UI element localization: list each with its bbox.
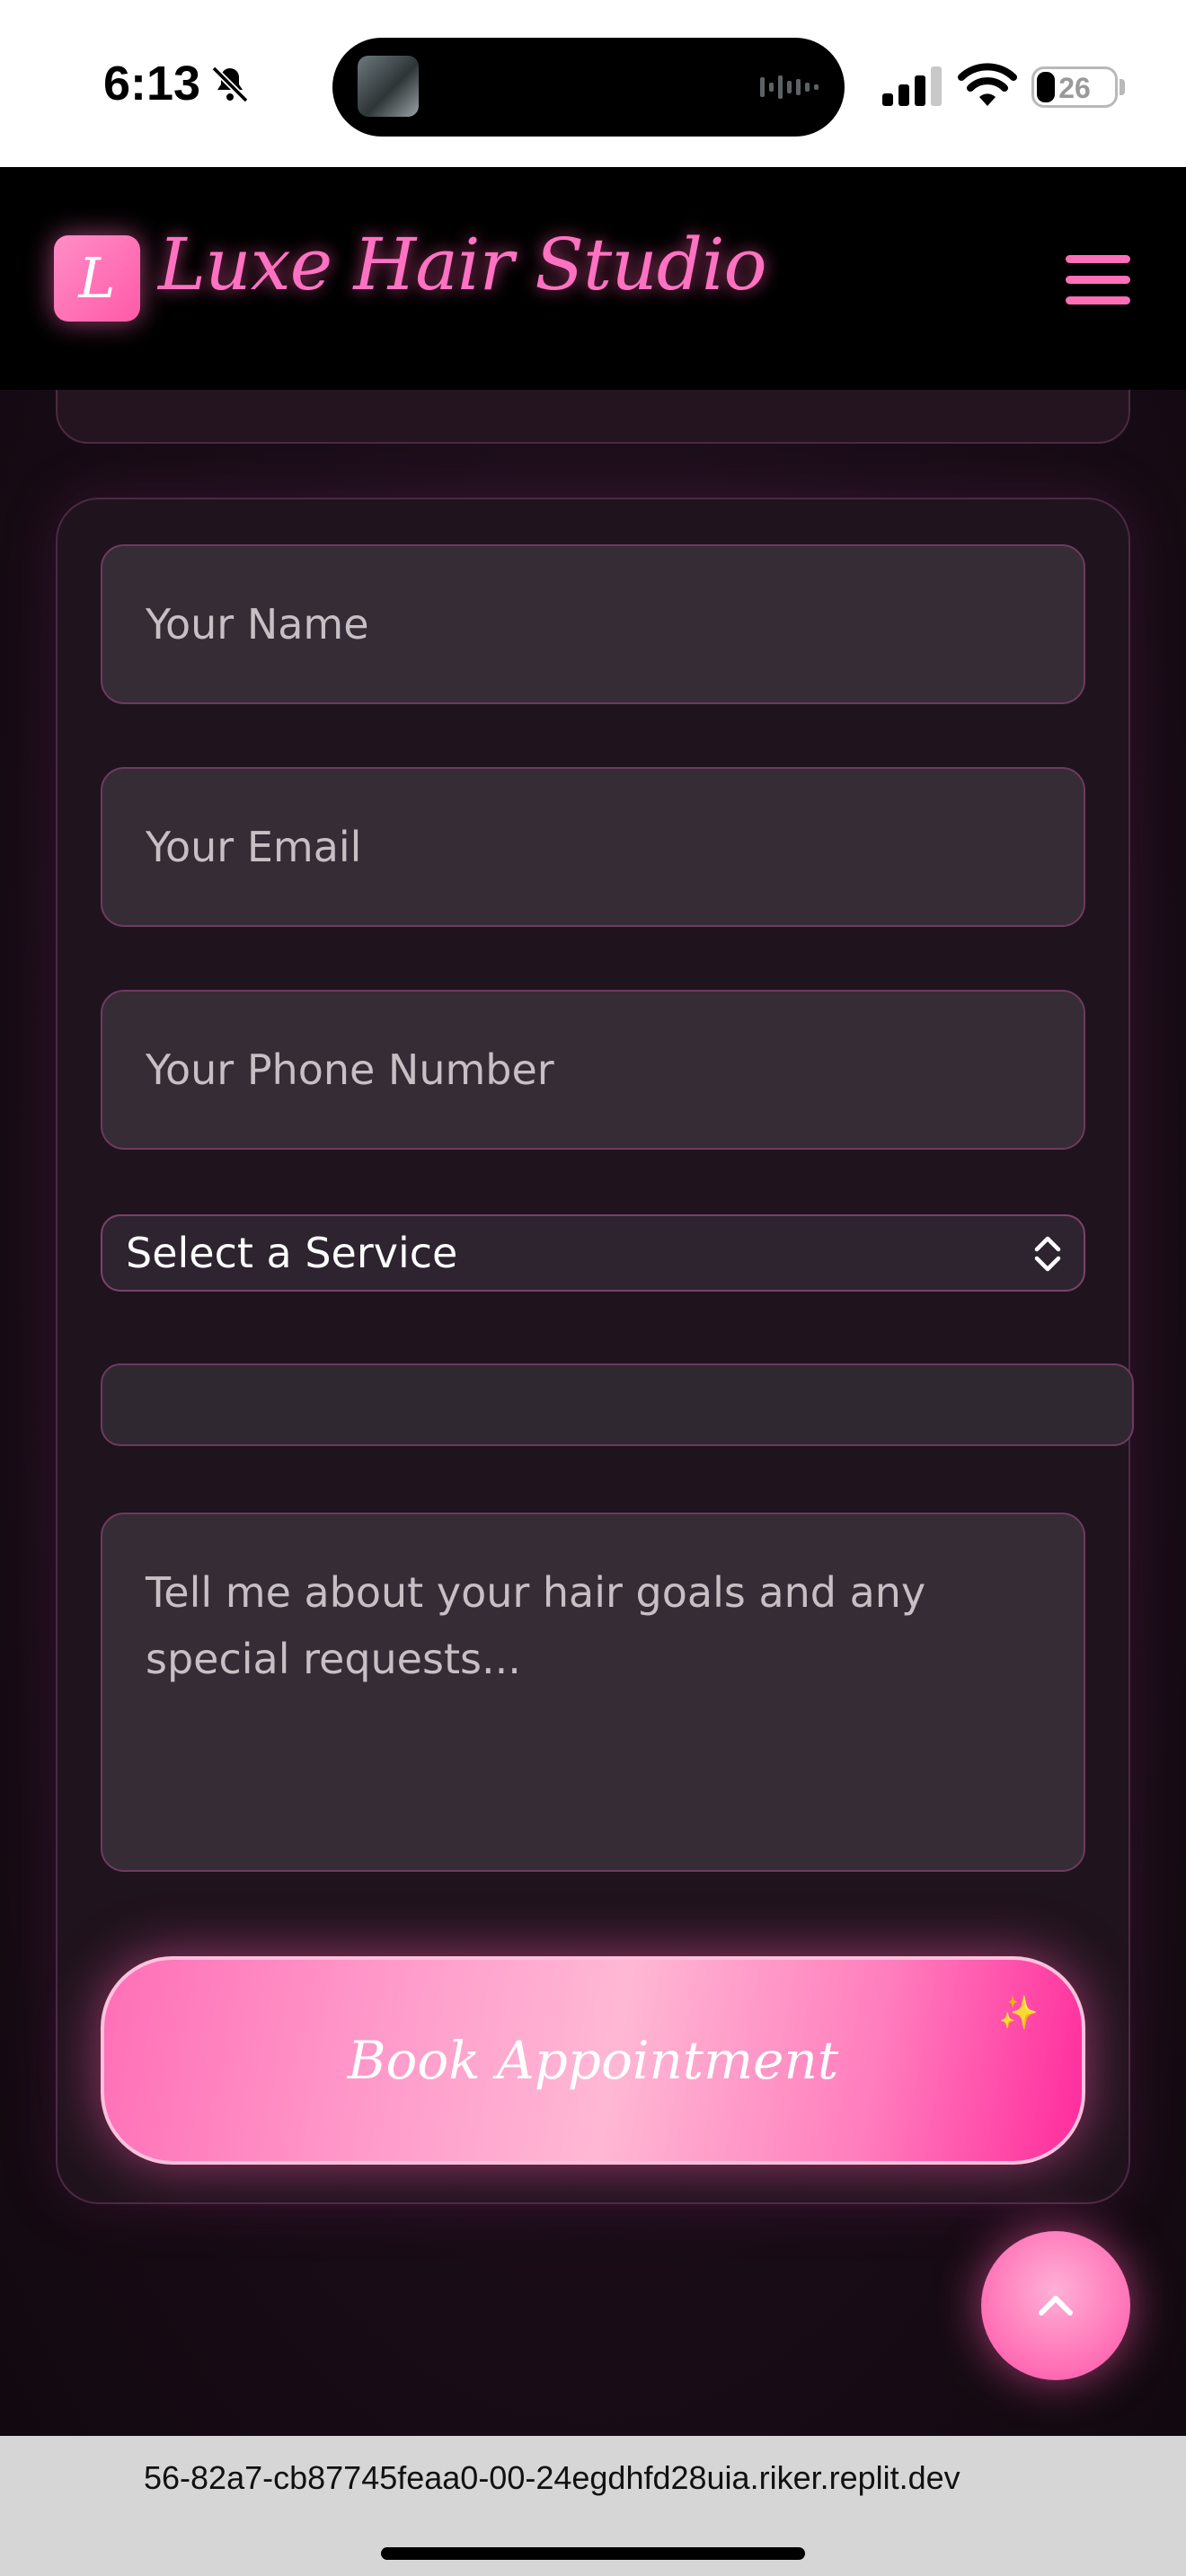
service-select-value: Select a Service [126, 1229, 458, 1277]
chevron-up-icon [1039, 2296, 1073, 2316]
sparkle-icon: ✨ [998, 1995, 1039, 2032]
bell-slash-icon [211, 66, 249, 103]
main-content: Your Name Your Email Your Phone Number S… [0, 390, 1186, 2436]
previous-section-card [56, 390, 1130, 444]
message-placeholder: Tell me about your hair goals and any sp… [146, 1568, 926, 1683]
signal-icon [882, 66, 942, 106]
home-indicator[interactable] [381, 2547, 805, 2560]
status-bar: 6:13 26 [0, 0, 1186, 167]
date-field[interactable] [101, 1363, 1134, 1446]
email-field[interactable]: Your Email [101, 767, 1085, 927]
name-field[interactable]: Your Name [101, 544, 1085, 704]
status-time: 6:13 [103, 57, 201, 110]
battery-icon: 26 [1031, 66, 1118, 108]
wifi-icon [958, 63, 1017, 106]
phone-placeholder: Your Phone Number [146, 1045, 554, 1094]
site-header: L Luxe Hair Studio [0, 167, 1186, 390]
booking-form-card [56, 498, 1130, 2204]
dynamic-island[interactable] [332, 38, 845, 137]
site-title[interactable]: Luxe Hair Studio [158, 223, 767, 306]
email-placeholder: Your Email [146, 823, 362, 871]
url-text[interactable]: 56-82a7-cb87745feaa0-00-24egdhfd28uia.ri… [144, 2459, 960, 2497]
audio-wave-icon [760, 75, 819, 99]
name-placeholder: Your Name [146, 600, 369, 648]
logo-badge[interactable]: L [54, 235, 140, 322]
message-textarea[interactable]: Tell me about your hair goals and any sp… [101, 1513, 1085, 1872]
chevron-up-down-icon [1034, 1236, 1061, 1272]
now-playing-thumbnail [358, 56, 419, 117]
hamburger-menu-icon[interactable] [1062, 255, 1134, 305]
battery-level: 26 [1058, 72, 1091, 104]
battery-tip [1120, 79, 1125, 95]
book-appointment-label: Book Appointment [347, 2030, 839, 2091]
phone-field[interactable]: Your Phone Number [101, 990, 1085, 1150]
service-select[interactable]: Select a Service [101, 1214, 1085, 1292]
browser-url-bar[interactable]: 56-82a7-cb87745feaa0-00-24egdhfd28uia.ri… [0, 2436, 1186, 2576]
scroll-to-top-button[interactable] [981, 2231, 1130, 2380]
book-appointment-button[interactable]: Book Appointment ✨ [101, 1956, 1085, 2165]
